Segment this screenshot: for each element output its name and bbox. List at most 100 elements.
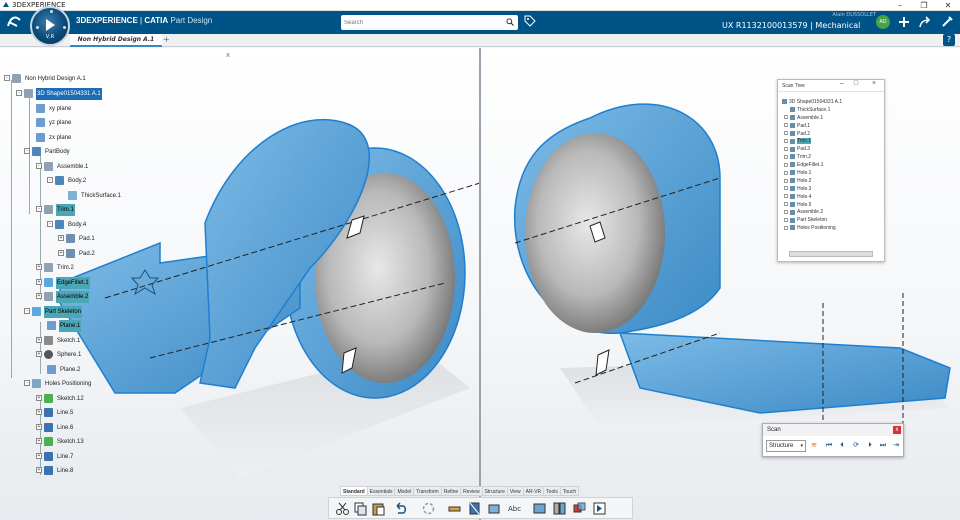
collapse-icon[interactable]: - <box>36 163 42 170</box>
expand-icon[interactable] <box>784 225 788 230</box>
search-box[interactable] <box>341 15 518 30</box>
scan-tree-scrollbar[interactable] <box>789 251 873 257</box>
tree-node[interactable]: + Pad.1 <box>58 233 96 245</box>
tree-node[interactable]: + Assemble.2 <box>36 291 90 303</box>
collapse-icon[interactable]: - <box>24 308 30 315</box>
section-refine[interactable]: Refine <box>440 486 462 496</box>
expand-icon[interactable]: + <box>36 424 42 431</box>
tree-node[interactable]: - PartBody <box>24 146 71 158</box>
tree-node[interactable]: + Sketch.1 <box>36 335 81 347</box>
tree-node[interactable]: + Pad.2 <box>58 248 96 260</box>
expand-icon[interactable] <box>784 210 788 215</box>
scan-tree-item[interactable]: Hole.3 <box>782 185 842 193</box>
tag-icon[interactable] <box>524 15 536 27</box>
section-review[interactable]: Review <box>460 486 483 496</box>
tree-node[interactable]: + Sketch.12 <box>36 393 85 405</box>
tree-node[interactable]: - Non Hybrid Design A.1 <box>4 73 87 85</box>
tree-node[interactable]: + EdgeFillet.1 <box>36 277 90 289</box>
expand-icon[interactable] <box>784 115 788 120</box>
expand-icon[interactable] <box>784 147 788 152</box>
expand-icon[interactable] <box>784 178 788 183</box>
tree-node[interactable]: ThickSurface.1 <box>68 190 122 202</box>
scan-tree-item[interactable]: Hole.5 <box>782 201 842 209</box>
section-view[interactable]: View <box>506 486 524 496</box>
spell-check-icon[interactable]: Abc <box>507 501 522 516</box>
undo-icon[interactable] <box>393 501 408 516</box>
section-tools[interactable]: Tools <box>543 486 561 496</box>
previous-step-icon[interactable]: ⏴ <box>837 441 847 451</box>
next-step-icon[interactable]: ⏵ <box>865 441 875 451</box>
expand-icon[interactable] <box>784 218 788 223</box>
scan-tree-item[interactable]: Pad.1 <box>782 122 842 130</box>
copy-icon[interactable] <box>353 501 368 516</box>
collapse-icon[interactable]: - <box>24 380 30 387</box>
tree-node[interactable]: yz plane <box>36 117 72 129</box>
tree-node[interactable]: - Body.4 <box>47 219 87 231</box>
scan-tree-item[interactable]: Trim.2 <box>782 153 842 161</box>
scan-tree-item[interactable]: Pad.3 <box>782 145 842 153</box>
capture-icon[interactable] <box>532 501 547 516</box>
expand-icon[interactable]: + <box>36 351 42 358</box>
scan-panel[interactable]: Scan x Structure ▾ ≋ ⏮ ⏴ ⟳ ⏵ ⏭ ⇥ <box>762 423 904 457</box>
scan-tree-item[interactable]: Holes Positioning <box>782 224 842 232</box>
tools-icon[interactable] <box>940 15 954 29</box>
scan-tree-item[interactable]: ThickSurface.1 <box>782 106 842 114</box>
tree-node[interactable]: + Line.7 <box>36 451 74 463</box>
collapse-icon[interactable]: - <box>16 90 22 97</box>
tree-node[interactable]: zx plane <box>36 132 72 144</box>
tree-node[interactable]: + Line.6 <box>36 422 74 434</box>
share-icon[interactable] <box>918 15 932 29</box>
expand-icon[interactable] <box>784 123 788 128</box>
expand-icon[interactable] <box>784 131 788 136</box>
expand-icon[interactable]: + <box>36 438 42 445</box>
scan-close-button[interactable]: x <box>893 426 901 434</box>
tree-close-button[interactable]: x <box>226 51 230 59</box>
tree-node[interactable]: - 3D Shape01504331 A.1 <box>16 88 102 100</box>
maximize-button[interactable]: ❐ <box>914 0 934 11</box>
expand-icon[interactable] <box>784 154 788 159</box>
clash-icon[interactable] <box>572 501 587 516</box>
minimize-icon[interactable]: – <box>836 80 848 87</box>
scan-tree-item[interactable]: Assemble.2 <box>782 208 842 216</box>
scan-tree-item[interactable]: Hole.2 <box>782 177 842 185</box>
section-transform[interactable]: Transform <box>413 486 442 496</box>
first-step-icon[interactable]: ⏮ <box>824 441 834 451</box>
scan-mode-select[interactable]: Structure ▾ <box>766 440 806 452</box>
expand-icon[interactable]: + <box>36 453 42 460</box>
expand-icon[interactable] <box>784 194 788 199</box>
collapse-icon[interactable]: - <box>24 148 30 155</box>
update-icon[interactable] <box>421 501 436 516</box>
section-model[interactable]: Model <box>394 486 415 496</box>
compare-icon[interactable] <box>552 501 567 516</box>
scan-tree-item[interactable]: 3D Shape01504331 A.1 <box>782 98 842 106</box>
scan-icon[interactable] <box>592 501 607 516</box>
expand-icon[interactable]: + <box>58 250 64 257</box>
scan-options-icon[interactable]: ≋ <box>809 441 819 451</box>
tree-node[interactable]: - Trim.1 <box>36 204 75 216</box>
expand-icon[interactable] <box>784 162 788 167</box>
collapse-icon[interactable]: - <box>4 75 10 82</box>
collapse-icon[interactable]: - <box>47 221 53 228</box>
expand-icon[interactable]: + <box>36 279 42 286</box>
scan-tree-item[interactable]: Hole.1 <box>782 169 842 177</box>
expand-icon[interactable]: + <box>36 293 42 300</box>
scan-tree-window[interactable]: Scan Tree – □ × 3D Shape01504331 A.1 Thi… <box>777 79 885 262</box>
expand-icon[interactable]: + <box>58 235 64 242</box>
section-structure[interactable]: Structure <box>481 486 508 496</box>
paste-icon[interactable] <box>371 501 386 516</box>
expand-icon[interactable] <box>784 202 788 207</box>
expand-icon[interactable]: + <box>36 395 42 402</box>
collapse-icon[interactable]: - <box>47 177 53 184</box>
cut-icon[interactable] <box>335 501 350 516</box>
exit-scan-icon[interactable]: ⇥ <box>891 441 901 451</box>
section-standard[interactable]: Standard <box>340 486 368 496</box>
minimize-button[interactable]: – <box>890 0 910 11</box>
avatar[interactable]: AD <box>876 15 890 29</box>
scan-tree-item[interactable]: Pad.2 <box>782 130 842 138</box>
tree-node[interactable]: Plane.2 <box>47 364 81 376</box>
expand-icon[interactable]: + <box>36 264 42 271</box>
search-input[interactable] <box>344 16 499 29</box>
help-icon[interactable]: ? <box>943 34 955 46</box>
expand-icon[interactable]: + <box>36 467 42 474</box>
tree-node[interactable]: + Line.8 <box>36 465 74 477</box>
